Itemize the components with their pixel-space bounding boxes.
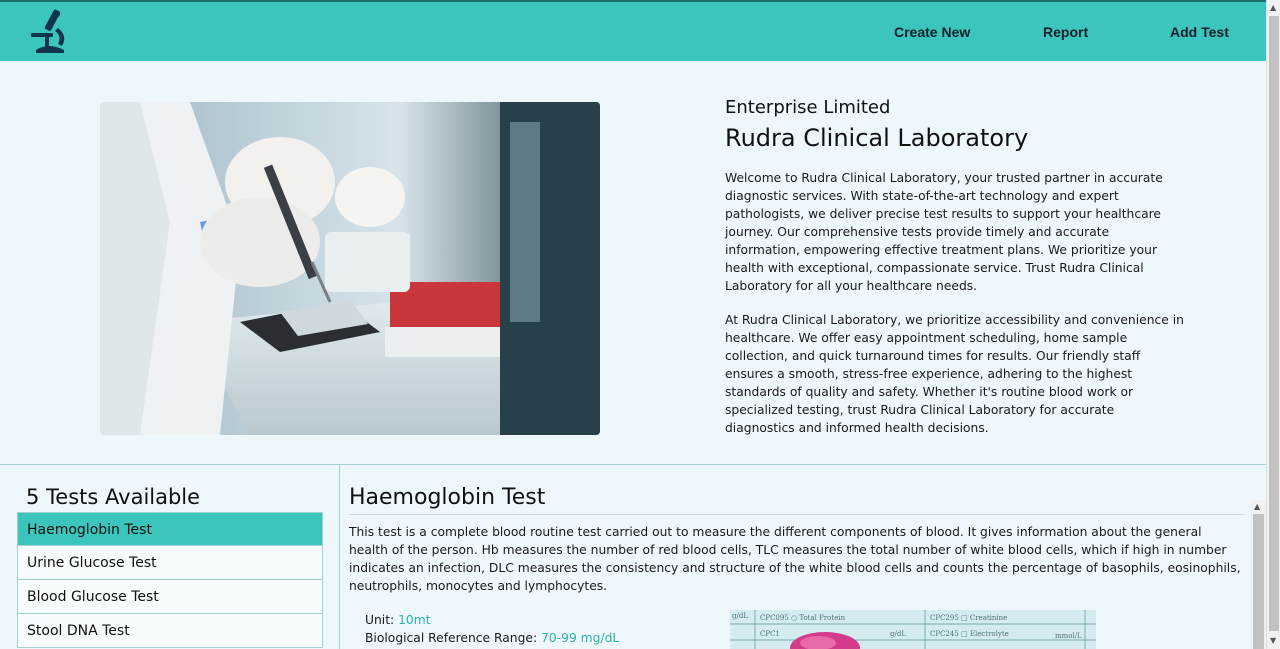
test-item-stool-dna[interactable]: Stool DNA Test [17, 614, 323, 648]
scroll-up-icon[interactable]: ▲ [1254, 502, 1260, 511]
navbar: Create New Report Add Test [0, 0, 1266, 61]
svg-text:mmol/L: mmol/L [1055, 632, 1082, 640]
company-subtitle: Enterprise Limited [725, 97, 891, 118]
page-scroll-down-icon[interactable]: ▼ [1270, 636, 1276, 645]
test-item-urine-glucose[interactable]: Urine Glucose Test [17, 546, 323, 580]
services-paragraph: At Rudra Clinical Laboratory, we priorit… [725, 313, 1184, 435]
reference-range-row: Biological Reference Range: 70-99 mg/dL [365, 631, 619, 645]
test-description: This test is a complete blood routine te… [349, 525, 1241, 593]
test-title: Haemoglobin Test [349, 485, 1244, 515]
test-item-blood-glucose[interactable]: Blood Glucose Test [17, 580, 323, 614]
svg-text:CPC245 □ Electrolyte: CPC245 □ Electrolyte [930, 630, 1009, 638]
lab-photo [100, 102, 600, 435]
unit-row: Unit: 10mt [365, 613, 431, 627]
detail-scrollbar[interactable]: ▲ [1251, 500, 1266, 649]
svg-text:CPC095 ○ Total Protein: CPC095 ○ Total Protein [760, 614, 846, 622]
nav-create-new[interactable]: Create New [894, 24, 970, 40]
microscope-icon[interactable] [28, 6, 72, 56]
tests-sidebar: 5 Tests Available Haemoglobin Test Urine… [0, 465, 340, 649]
page-scrollbar-thumb[interactable] [1269, 16, 1279, 631]
svg-text:g/dL: g/dL [732, 612, 748, 620]
unit-value: 10mt [398, 613, 431, 627]
lab-title: Rudra Clinical Laboratory [725, 124, 1029, 152]
test-detail-panel: Haemoglobin Test This test is a complete… [341, 465, 1251, 649]
nav-report[interactable]: Report [1043, 24, 1088, 40]
test-item-haemoglobin[interactable]: Haemoglobin Test [17, 512, 323, 546]
svg-text:CPC295 □ Creatinine: CPC295 □ Creatinine [930, 614, 1007, 622]
page-scroll-up-icon[interactable]: ▲ [1270, 3, 1276, 12]
svg-text:g/dL: g/dL [890, 630, 906, 638]
tests-count-heading: 5 Tests Available [26, 485, 201, 509]
svg-text:CPC1: CPC1 [760, 630, 780, 638]
intro-paragraph: Welcome to Rudra Clinical Laboratory, yo… [725, 171, 1163, 293]
test-form-photo: g/dL CPC095 ○ Total Protein CPC295 □ Cre… [730, 610, 1096, 649]
hero-section: Enterprise Limited Rudra Clinical Labora… [0, 61, 1266, 465]
unit-label: Unit: [365, 613, 395, 627]
hero-text: Enterprise Limited Rudra Clinical Labora… [725, 97, 1190, 437]
test-list: Haemoglobin Test Urine Glucose Test Bloo… [17, 512, 323, 648]
page-scrollbar[interactable]: ▲ ▼ [1266, 0, 1280, 649]
reference-range-label: Biological Reference Range: [365, 631, 538, 645]
nav-add-test[interactable]: Add Test [1170, 24, 1229, 40]
detail-scrollbar-thumb[interactable] [1253, 514, 1264, 649]
reference-range-value: 70-99 mg/dL [541, 631, 620, 645]
